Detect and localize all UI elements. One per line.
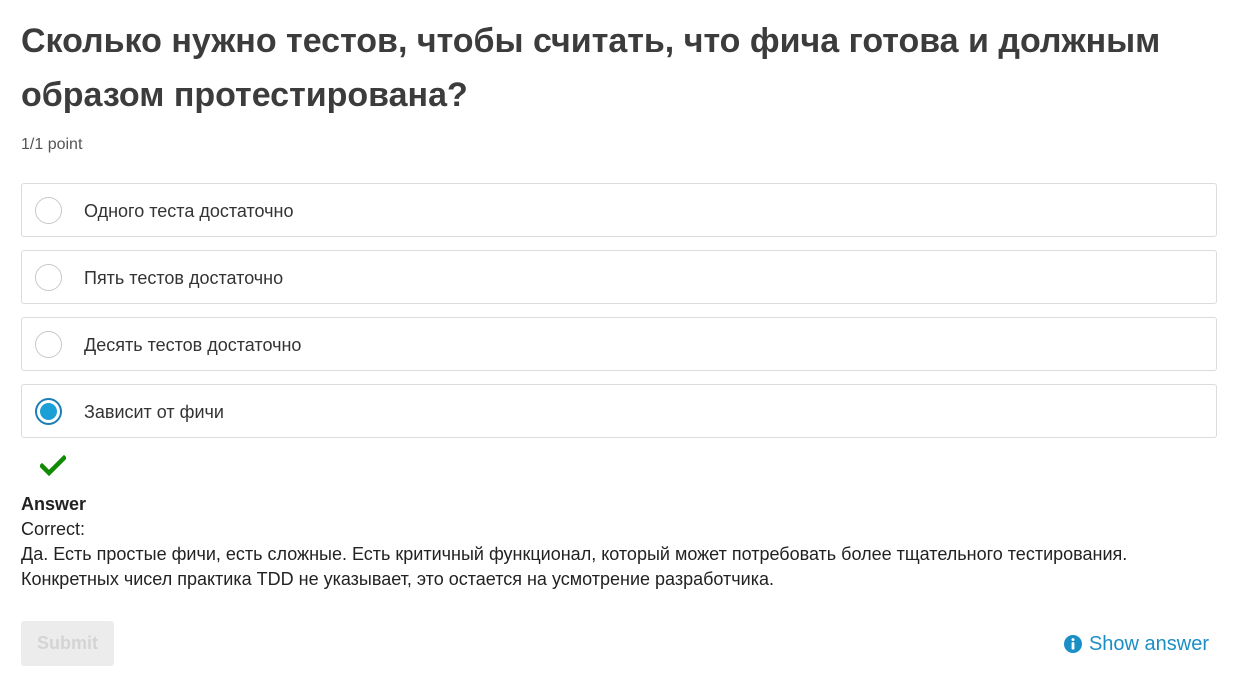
info-icon xyxy=(1063,635,1082,653)
option-label: Десять тестов достаточно xyxy=(84,335,302,355)
question-title: Сколько нужно тестов, чтобы считать, что… xyxy=(21,22,1161,114)
points-score: 1/1 point xyxy=(21,136,83,153)
option-ten-tests[interactable]: Десять тестов достаточно xyxy=(21,317,1217,371)
radio-button[interactable] xyxy=(35,331,62,358)
option-label: Зависит от фичи xyxy=(84,402,224,422)
option-label: Одного теста достаточно xyxy=(84,201,294,221)
submit-button[interactable]: Submit xyxy=(21,621,114,666)
checkmark-icon xyxy=(40,455,66,477)
answer-feedback: Answer Correct: Да. Есть простые фичи, е… xyxy=(21,492,1211,592)
option-one-test[interactable]: Одного теста достаточно xyxy=(21,183,1217,237)
radio-button-selected[interactable] xyxy=(35,398,62,425)
show-answer-button[interactable]: Show answer xyxy=(1063,631,1209,657)
answer-options: Одного теста достаточно Пять тестов дост… xyxy=(21,183,1217,451)
answer-status: Correct: xyxy=(21,519,86,539)
radio-button[interactable] xyxy=(35,264,62,291)
option-label: Пять тестов достаточно xyxy=(84,268,284,288)
answer-title: Answer xyxy=(21,494,87,514)
option-depends-on-feature[interactable]: Зависит от фичи xyxy=(21,384,1217,438)
radio-button[interactable] xyxy=(35,197,62,224)
option-five-tests[interactable]: Пять тестов достаточно xyxy=(21,250,1217,304)
answer-explanation: Да. Есть простые фичи, есть сложные. Ест… xyxy=(21,544,1128,589)
show-answer-label: Show answer xyxy=(1088,633,1209,655)
